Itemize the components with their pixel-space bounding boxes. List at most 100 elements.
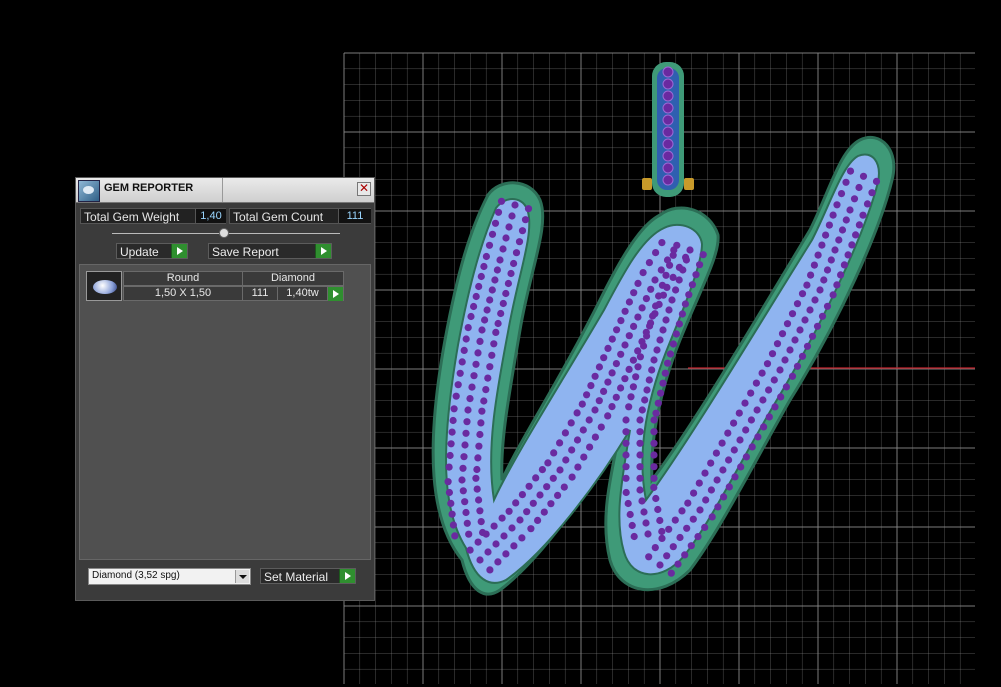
prong-dot [671,516,679,524]
prong-dot [807,271,815,279]
prong-dot [694,533,702,541]
save-report-button[interactable]: Save Report [208,243,332,259]
prong-dot [534,516,542,525]
prong-dot [852,231,860,239]
save-report-button-label: Save Report [212,245,279,259]
w-letter-pendant[interactable] [431,135,896,596]
prong-dot [478,407,486,415]
prong-dot [806,306,814,314]
total-gem-count-field: Total Gem Count 111 [229,208,371,224]
bail-stone [662,150,674,162]
round-gem-thumbnail[interactable] [86,271,122,301]
prong-dot [475,282,483,291]
prong-dot [518,227,527,235]
prong-dot [587,382,595,390]
prong-dot [793,300,802,308]
prong-dot [488,286,496,294]
prong-dot [505,223,513,231]
prong-dot [458,358,466,366]
prong-dot [658,239,666,247]
prong-dot [653,346,661,354]
prong-dot [580,453,588,461]
prong-dot [456,369,464,377]
gem-size-cell: 1,50 X 1,50 [123,286,243,301]
gem-reporter-panel: GEM REPORTER ✕ Total Gem Weight 1,40 Tot… [75,177,375,601]
splitter-handle[interactable] [219,228,229,238]
prong-dot [650,356,658,364]
prong-dot [636,451,644,459]
prong-dot [484,374,492,382]
prong-dot [583,391,591,399]
prong-dot [446,451,454,460]
prong-dot [627,393,635,401]
prong-dot [480,262,488,271]
prong-dot [638,497,646,505]
prong-dot [718,439,726,447]
prong-dot [692,271,700,279]
prong-dot [595,363,604,371]
prong-dot [591,406,599,414]
prong-dot [719,466,727,474]
prong-dot [591,433,600,441]
prong-dot [477,518,485,526]
prong-dot [461,441,469,449]
prong-dot [472,292,480,301]
prong-dot [460,453,468,461]
prong-dot [494,208,503,216]
prong-dot [644,530,652,538]
update-button[interactable]: Update [116,243,188,259]
prong-dot [491,219,500,227]
prong-dot [669,543,677,551]
prong-dot [687,542,695,550]
prong-dot [668,296,676,304]
prong-dot [725,456,733,464]
panel-titlebar[interactable]: GEM REPORTER ✕ [76,178,374,203]
prong-dot [636,486,644,494]
prong-dot [521,216,530,224]
prong-dot [647,285,655,293]
prong-dot [450,405,458,413]
material-select[interactable]: Diamond (3,52 spg) [88,568,251,585]
gem-detail-button[interactable] [327,286,344,301]
prong-dot [652,409,660,417]
prong-dot [859,211,867,219]
prong-dot [640,508,648,516]
prong-dot [747,389,755,397]
prong-dot [622,451,630,459]
prong-dot [741,399,749,407]
prong-dot [613,326,621,334]
prong-dot [811,296,819,304]
prong-dot [872,177,881,185]
prong-dot [652,494,660,503]
prong-dot [659,379,667,387]
prong-dot [840,261,849,269]
prong-dot [484,548,492,556]
prong-dot [827,256,835,264]
prong-dot [686,246,694,254]
prong-dot [617,350,625,358]
prong-dot [684,499,692,507]
bail-pin-left [642,178,652,190]
prong-dot [626,510,634,519]
chevron-down-icon[interactable] [235,570,249,583]
pendant-bail[interactable] [642,62,694,197]
prong-dot [823,302,832,310]
prong-dot [765,386,773,394]
prong-dot [822,231,830,239]
prong-dot [502,289,510,298]
prong-dot [636,416,644,424]
prong-dot [747,416,756,424]
set-material-button[interactable]: Set Material [260,568,356,584]
prong-dot [636,439,644,447]
prong-dot [654,505,662,514]
prong-dot [831,246,839,254]
bail-stone [662,138,674,150]
prong-dot [801,316,809,324]
prong-dot [494,558,502,566]
gem-weight-cell: 1,40tw [277,286,328,301]
gem-reporter-icon [78,180,100,202]
prong-dot [621,341,629,349]
close-button[interactable]: ✕ [357,182,371,196]
prong-dot [550,449,558,457]
bail-pin-right [684,178,694,190]
